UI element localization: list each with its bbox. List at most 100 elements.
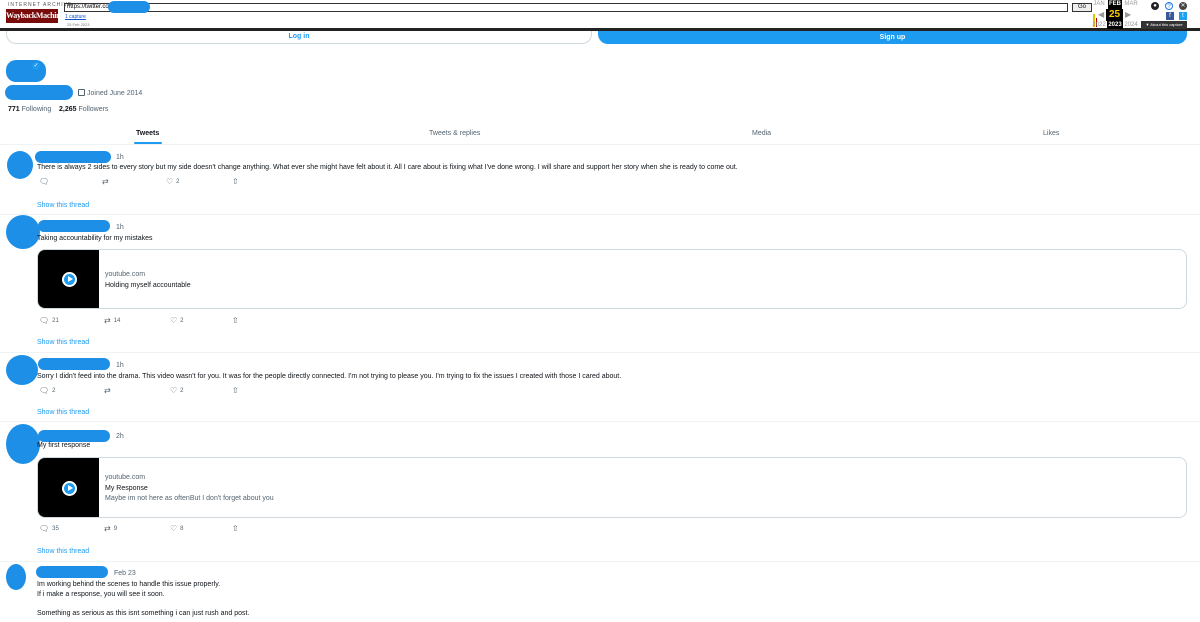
tweet-text: Sorry I didn't feed into the drama. This… xyxy=(37,373,622,380)
tweet-text-line: Something as serious as this isnt someth… xyxy=(37,610,250,617)
wayback-year-next[interactable]: 2024 xyxy=(1123,21,1139,29)
tweet-text: Taking accountability for my mistakes xyxy=(37,235,153,242)
tweet-time[interactable]: 1h xyxy=(116,153,124,162)
followers-count: 2,265 xyxy=(59,106,77,113)
card-domain: youtube.com xyxy=(105,474,146,481)
tweet-text: There is always 2 sides to every story b… xyxy=(37,164,738,171)
retweet-button[interactable]: ⇄ 9 xyxy=(104,525,117,533)
wayback-year-current: 2023 xyxy=(1107,21,1123,29)
retweet-button[interactable]: ⇄ 14 xyxy=(104,317,120,325)
like-button[interactable]: ♡ 2 xyxy=(166,178,180,186)
followers-label: Followers xyxy=(78,106,109,113)
retweet-count: 9 xyxy=(113,526,118,532)
tab-likes[interactable]: Likes xyxy=(1043,129,1059,138)
following-link[interactable]: 771 Following xyxy=(8,106,51,113)
avatar[interactable] xyxy=(6,215,40,249)
reply-icon: 🗨 xyxy=(39,386,50,395)
wayback-toolbar: INTERNET ARCHIVE WaybackMachine https://… xyxy=(0,0,1200,31)
login-button[interactable]: Log in xyxy=(6,31,592,44)
reply-count: 35 xyxy=(52,526,59,532)
share-button[interactable]: ⇧ xyxy=(232,387,242,395)
wayback-logo[interactable]: WaybackMachine xyxy=(6,9,64,23)
wayback-captures-link[interactable]: 1 capture xyxy=(65,14,86,20)
retweet-icon: ⇄ xyxy=(104,386,111,395)
close-icon[interactable]: ✕ xyxy=(1179,2,1187,10)
play-icon xyxy=(61,480,77,496)
verified-badge-icon: ✓ xyxy=(32,62,40,70)
avatar[interactable] xyxy=(6,355,38,385)
reply-button[interactable]: 🗨 21 xyxy=(39,317,59,325)
retweet-count: 14 xyxy=(113,318,121,324)
show-thread-link[interactable]: Show this thread xyxy=(37,408,89,417)
following-label: Following xyxy=(21,106,52,113)
link-card[interactable]: youtube.com Holding myself accountable xyxy=(37,249,1187,309)
wayback-year-prev[interactable]: 2022 xyxy=(1091,21,1107,29)
tweet-time[interactable]: Feb 23 xyxy=(114,569,136,578)
tweet-text-line: If i make a response, you will see it so… xyxy=(37,591,165,598)
tab-tweets-replies[interactable]: Tweets & replies xyxy=(429,129,480,138)
reply-button[interactable]: 🗨 35 xyxy=(39,525,59,533)
user-icon[interactable]: ● xyxy=(1151,2,1159,10)
facebook-icon[interactable]: f xyxy=(1166,12,1174,20)
heart-icon: ♡ xyxy=(170,316,178,325)
reply-button[interactable]: 🗨 xyxy=(39,178,52,186)
help-icon[interactable]: ? xyxy=(1165,2,1173,10)
reply-button[interactable]: 🗨 2 xyxy=(39,387,56,395)
tweet-divider xyxy=(0,214,1200,215)
share-button[interactable]: ⇧ xyxy=(232,178,242,186)
card-description: Maybe im not here as oftenBut I don't fo… xyxy=(105,495,274,502)
tweet-time[interactable]: 1h xyxy=(116,361,124,370)
tweet-time[interactable]: 1h xyxy=(116,223,124,232)
redacted-handle xyxy=(5,85,73,100)
wayback-logo-caption: INTERNET ARCHIVE xyxy=(8,2,73,8)
redacted-author xyxy=(38,220,110,232)
wayback-go-button[interactable]: Go xyxy=(1072,3,1092,12)
show-thread-link[interactable]: Show this thread xyxy=(37,338,89,347)
like-count: 2 xyxy=(180,318,184,324)
retweet-button[interactable]: ⇄ xyxy=(102,178,112,186)
show-thread-link[interactable]: Show this thread xyxy=(37,201,89,210)
play-icon xyxy=(61,272,77,287)
wayback-about-button[interactable]: ▼ About this capture xyxy=(1141,21,1187,29)
tab-media[interactable]: Media xyxy=(752,129,771,138)
tweet-text: My first response xyxy=(37,442,91,449)
wayback-prev-arrow-icon[interactable]: ◀ xyxy=(1098,10,1104,20)
twitter-icon[interactable]: t xyxy=(1179,12,1187,20)
followers-link[interactable]: 2,265 Followers xyxy=(59,106,108,113)
tweet-time[interactable]: 2h xyxy=(116,432,124,441)
share-icon: ⇧ xyxy=(232,177,239,186)
like-button[interactable]: ♡ 8 xyxy=(170,525,184,533)
calendar-icon xyxy=(78,89,85,96)
tab-tweets[interactable]: Tweets xyxy=(136,129,159,138)
tweet-divider xyxy=(0,421,1200,422)
redacted-author xyxy=(35,151,111,163)
share-button[interactable]: ⇧ xyxy=(232,525,242,533)
signup-button[interactable]: Sign up xyxy=(598,31,1187,44)
wayback-next-arrow-icon[interactable]: ▶ xyxy=(1125,10,1131,20)
share-button[interactable]: ⇧ xyxy=(232,317,242,325)
card-domain: youtube.com xyxy=(105,271,146,278)
share-icon: ⇧ xyxy=(232,316,239,325)
joined-date-text: Joined June 2014 xyxy=(87,90,143,97)
retweet-icon: ⇄ xyxy=(104,316,111,325)
heart-icon: ♡ xyxy=(170,524,178,533)
share-icon: ⇧ xyxy=(232,524,239,533)
video-thumbnail xyxy=(38,458,99,517)
like-count: 8 xyxy=(180,526,184,532)
wayback-month-next[interactable]: MAR xyxy=(1124,0,1138,9)
like-button[interactable]: ♡ 2 xyxy=(170,387,184,395)
avatar[interactable] xyxy=(6,424,40,464)
tabs-divider xyxy=(0,144,1200,145)
card-title: My Response xyxy=(105,485,148,492)
link-card[interactable]: youtube.com My Response Maybe im not her… xyxy=(37,457,1187,518)
show-thread-link[interactable]: Show this thread xyxy=(37,547,89,556)
retweet-button[interactable]: ⇄ xyxy=(104,387,114,395)
video-thumbnail xyxy=(38,250,99,308)
redacted-author xyxy=(38,358,110,370)
avatar[interactable] xyxy=(7,151,33,179)
wayback-url-input[interactable]: https://twitter.com xyxy=(64,3,1068,12)
avatar[interactable] xyxy=(6,564,26,590)
redacted-url xyxy=(108,1,150,13)
like-button[interactable]: ♡ 2 xyxy=(170,317,184,325)
wayback-month-prev[interactable]: JAN xyxy=(1092,0,1106,9)
